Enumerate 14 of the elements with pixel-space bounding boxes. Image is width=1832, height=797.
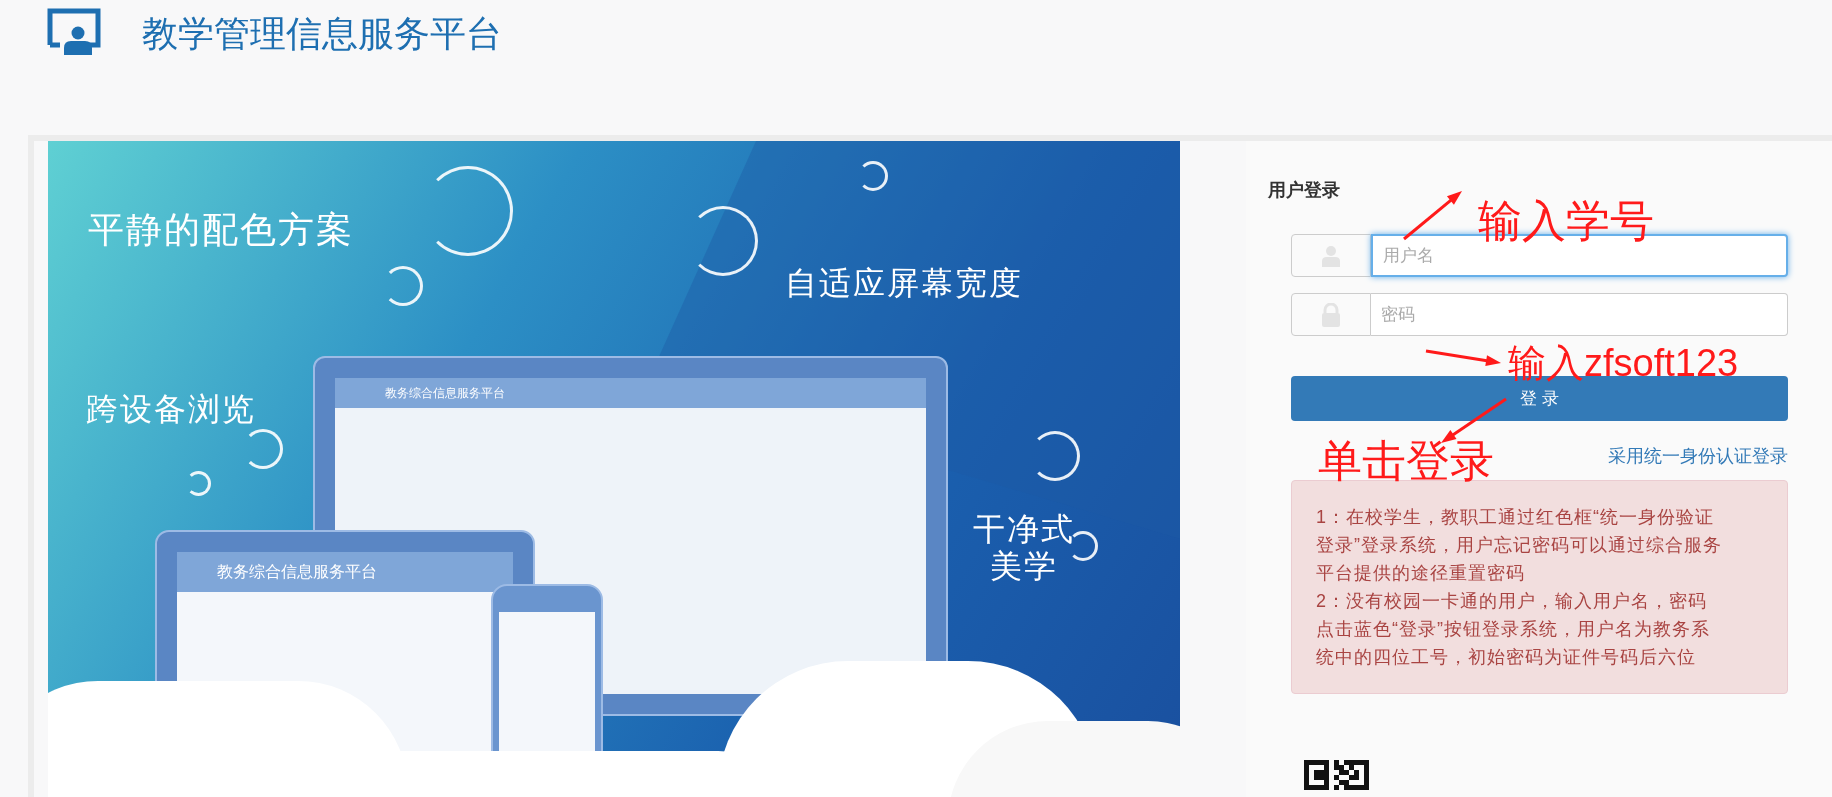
login-title: 用户登录 bbox=[1268, 179, 1341, 202]
banner-caption: 平静的配色方案 bbox=[88, 208, 354, 252]
banner-caption: 跨设备浏览 bbox=[86, 390, 256, 429]
annotation-text: 单击登录 bbox=[1318, 439, 1494, 483]
banner-caption: 自适应屏幕宽度 bbox=[785, 264, 1023, 303]
notice-text: 1：在校学生，教职工通过红色框“统一身份验证登录”登录系统，用户忘记密码可以通过综合服务平台提供的途径重置密码 bbox=[1316, 506, 1723, 585]
password-field[interactable]: 密码 bbox=[1371, 293, 1788, 336]
notice-text: 2：没有校园一卡通的用户，输入用户名，密码点击蓝色“登录”按钮登录系统，用户名为教务系统中的四位工号，初始密码为证件号码后六位 bbox=[1316, 590, 1711, 669]
device-screen-title: 教务综合信息服务平台 bbox=[217, 562, 377, 582]
unified-auth-login-link[interactable]: 采用统一身份认证登录 bbox=[1608, 443, 1788, 470]
device-screen-title: 教务综合信息服务平台 bbox=[385, 385, 505, 402]
site-title: 教学管理信息服务平台 bbox=[142, 12, 502, 56]
banner-caption: 干净式美学 bbox=[973, 511, 1076, 585]
teacher-screen-logo-icon bbox=[46, 8, 102, 55]
